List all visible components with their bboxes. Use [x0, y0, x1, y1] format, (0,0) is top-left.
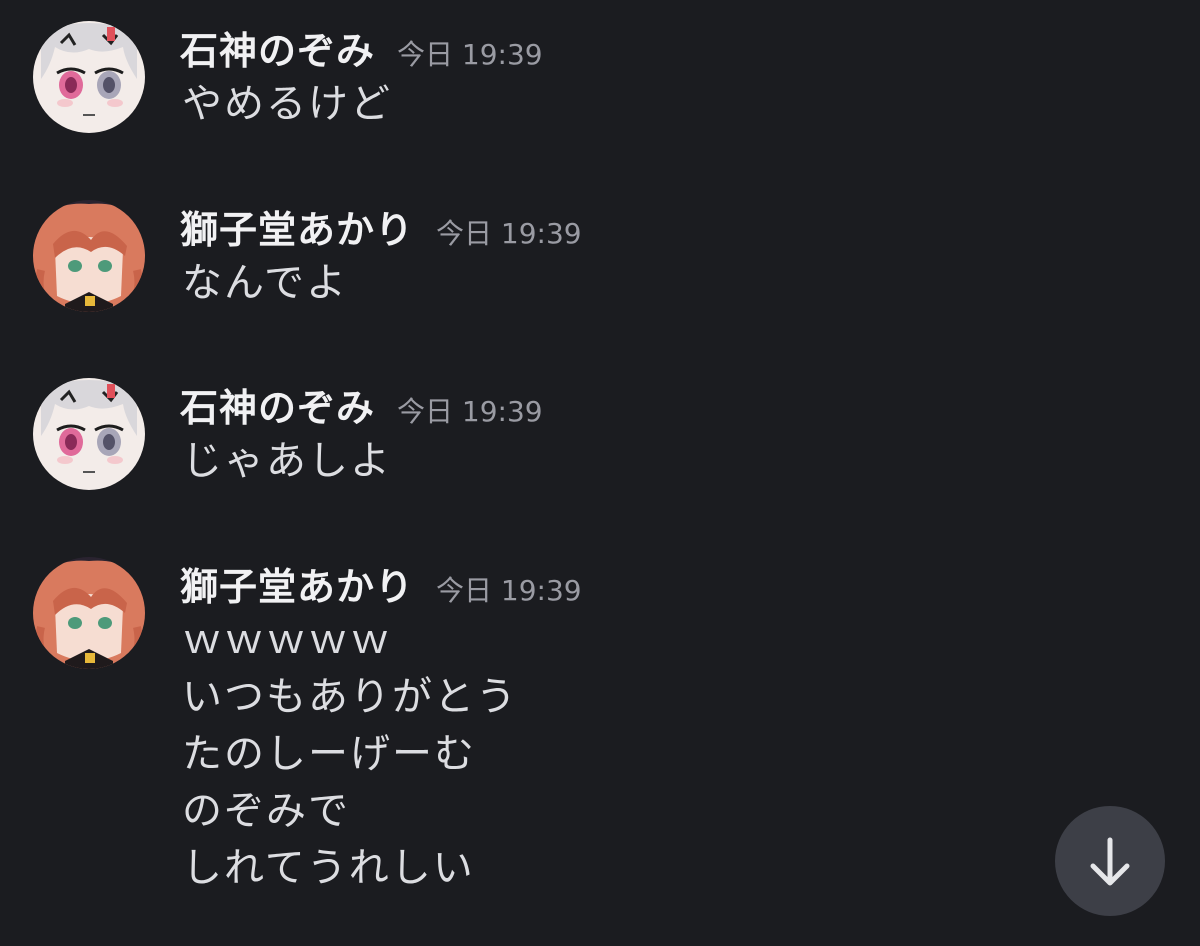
message-line: ｗｗｗｗｗ — [182, 617, 392, 663]
message-line: たのしーげーむ — [182, 731, 476, 777]
nozomi-avatar[interactable] — [33, 378, 145, 490]
message-timestamp: 今日 19:39 — [397, 395, 543, 428]
message-body: なんでよ — [182, 255, 348, 312]
message-header: 石神のぞみ 今日 19:39 — [180, 377, 543, 432]
message-line: なんでよ — [182, 260, 348, 306]
nozomi-avatar[interactable] — [33, 21, 145, 133]
chat-message: 石神のぞみ 今日 19:39 やめるけど — [0, 0, 1040, 170]
message-body: ｗｗｗｗｗ いつもありがとう たのしーげーむ のぞみで しれてうれしい — [182, 612, 518, 897]
scroll-to-bottom-button[interactable] — [1055, 806, 1165, 916]
akari-avatar[interactable] — [33, 557, 145, 669]
message-header: 獅子堂あかり 今日 19:39 — [180, 199, 582, 254]
chat-message-list[interactable]: 石神のぞみ 今日 19:39 やめるけど 獅子堂あかり 今日 19:39 なんで… — [0, 0, 1200, 946]
akari-avatar[interactable] — [33, 200, 145, 312]
message-line: じゃあしよ — [182, 438, 392, 484]
author-name[interactable]: 石神のぞみ — [180, 29, 375, 73]
author-name[interactable]: 石神のぞみ — [180, 386, 375, 430]
message-header: 獅子堂あかり 今日 19:39 — [180, 556, 582, 611]
author-name[interactable]: 獅子堂あかり — [180, 565, 414, 609]
message-timestamp: 今日 19:39 — [397, 38, 543, 71]
message-line: いつもありがとう — [182, 674, 518, 720]
message-body: じゃあしよ — [182, 433, 392, 490]
message-line: のぞみで — [182, 788, 350, 834]
chat-message: 石神のぞみ 今日 19:39 じゃあしよ — [0, 357, 1040, 527]
author-name[interactable]: 獅子堂あかり — [180, 208, 414, 252]
arrow-down-icon — [1090, 837, 1130, 886]
message-line: やめるけど — [182, 81, 392, 127]
message-timestamp: 今日 19:39 — [436, 574, 582, 607]
chat-message: 獅子堂あかり 今日 19:39 なんでよ — [0, 179, 1040, 349]
message-line: しれてうれしい — [182, 845, 475, 891]
chat-message: 獅子堂あかり 今日 19:39 ｗｗｗｗｗ いつもありがとう たのしーげーむ のぞ… — [0, 536, 1040, 936]
message-header: 石神のぞみ 今日 19:39 — [180, 20, 543, 75]
message-body: やめるけど — [182, 76, 392, 133]
message-timestamp: 今日 19:39 — [436, 217, 582, 250]
